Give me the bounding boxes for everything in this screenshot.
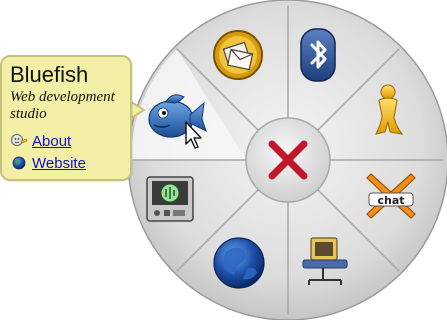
pie-item-mail[interactable] bbox=[213, 30, 263, 80]
bluetooth-icon bbox=[300, 28, 336, 82]
pie-item-mixer[interactable] bbox=[146, 176, 194, 222]
website-link[interactable]: Website bbox=[32, 155, 86, 172]
mail-icon bbox=[213, 30, 263, 80]
mixer-icon bbox=[146, 176, 194, 222]
website-link-row[interactable]: Website bbox=[10, 152, 124, 174]
xchat-caption: chat bbox=[377, 194, 404, 207]
firefox-icon bbox=[213, 237, 265, 289]
pie-item-bluetooth[interactable] bbox=[300, 28, 336, 82]
about-link-row[interactable]: About bbox=[10, 130, 124, 152]
center-close-button[interactable] bbox=[245, 117, 331, 203]
about-icon bbox=[11, 134, 28, 146]
app-tooltip: Bluefish Web development studio About We… bbox=[0, 55, 132, 181]
about-link[interactable]: About bbox=[32, 133, 71, 150]
pie-item-firefox[interactable] bbox=[213, 237, 265, 289]
globe-icon bbox=[12, 156, 26, 170]
tooltip-description: Web development studio bbox=[10, 89, 115, 122]
tooltip-title: Bluefish bbox=[10, 62, 89, 87]
